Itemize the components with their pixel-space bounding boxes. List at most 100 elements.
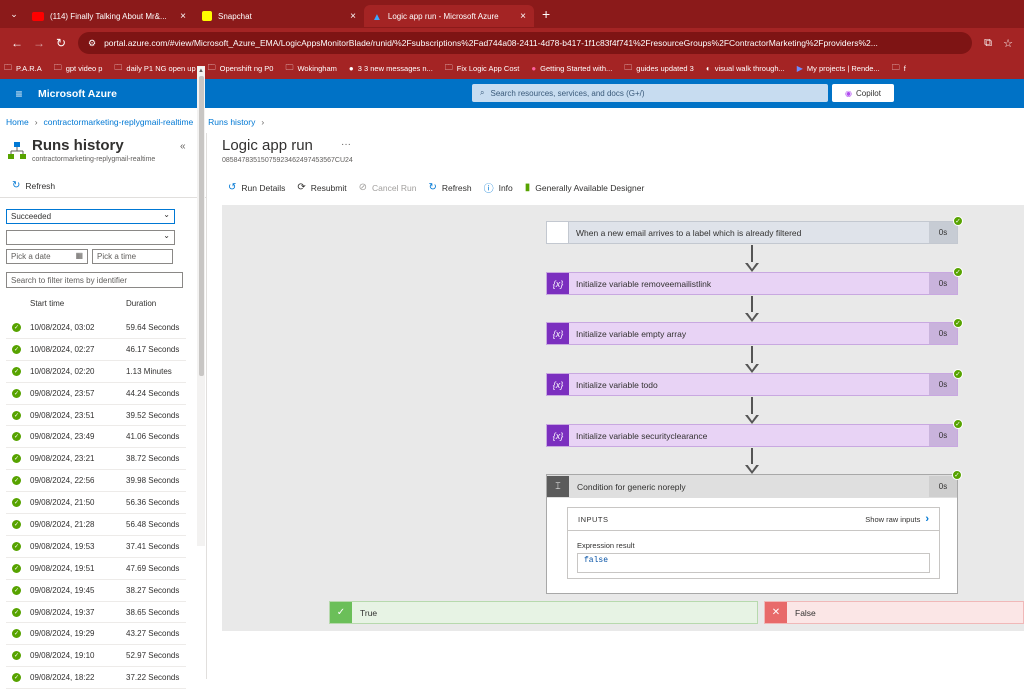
run-details-button[interactable]: ↺ Run Details — [228, 182, 285, 193]
scroll-up-icon[interactable]: ▲ — [198, 68, 204, 74]
designer-button[interactable]: ▮ Generally Available Designer — [525, 182, 645, 193]
bookmark-item[interactable]: 🗀 Openshift ng P0 — [208, 62, 274, 76]
breadcrumb-home[interactable]: Home — [6, 117, 29, 127]
table-row[interactable]: ✓ 09/08/2024, 22:56 39.98 Seconds — [6, 470, 186, 493]
browser-tab-azure[interactable]: ▲ Logic app run - Microsoft Azure × — [364, 5, 534, 27]
bookmark-item[interactable]: 🗀 P.A.R.A — [4, 62, 42, 76]
success-check-icon: ✓ — [12, 322, 21, 332]
bookmark-item[interactable]: 🗀 Wokingham — [285, 62, 336, 76]
bookmark-star-icon[interactable]: ☆ — [998, 37, 1018, 50]
table-row[interactable]: ✓ 09/08/2024, 23:51 39.52 Seconds — [6, 405, 186, 427]
bookmark-item[interactable]: 🗀 f — [892, 62, 906, 76]
url-field[interactable]: ⚙ portal.azure.com/#view/Microsoft_Azure… — [78, 32, 972, 54]
table-row[interactable]: ✓ 09/08/2024, 19:29 43.27 Seconds — [6, 623, 186, 646]
column-header-start-time[interactable]: Start time — [30, 299, 64, 308]
bookmark-item[interactable]: ◐ visual walk through... — [706, 64, 785, 73]
action-step[interactable]: {x} Initialize variable todo 0s — [546, 373, 958, 396]
table-row[interactable]: ✓ 09/08/2024, 18:22 37.22 Seconds — [6, 667, 186, 689]
table-row[interactable]: ✓ 09/08/2024, 23:21 38.72 Seconds — [6, 448, 186, 471]
true-branch[interactable]: ✓ True — [329, 601, 758, 624]
info-icon: ⓘ — [483, 184, 494, 195]
info-button[interactable]: ⓘ Info — [483, 180, 513, 196]
tab-search-icon[interactable]: ⌄ — [4, 4, 24, 24]
tab-close-icon[interactable]: × — [180, 11, 186, 22]
table-row[interactable]: ✓ 10/08/2024, 02:27 46.17 Seconds — [6, 339, 186, 361]
false-branch[interactable]: ✕ False — [764, 601, 1024, 624]
table-row[interactable]: ✓ 09/08/2024, 23:57 44.24 Seconds — [6, 383, 186, 405]
table-row[interactable]: ✓ 09/08/2024, 21:50 56.36 Seconds — [6, 492, 186, 515]
table-row[interactable]: ✓ 10/08/2024, 02:20 1.13 Minutes — [6, 361, 186, 383]
breadcrumb-runs-history[interactable]: Runs history — [208, 117, 255, 127]
condition-header[interactable]: ⌶ Condition for generic noreply 0s — [547, 475, 957, 498]
forward-icon[interactable]: → — [28, 36, 50, 50]
run-start-time: 09/08/2024, 21:50 — [30, 498, 95, 508]
back-icon[interactable]: ← — [6, 36, 28, 50]
copilot-button[interactable]: ◉ Copilot — [832, 84, 894, 102]
bookmark-item[interactable]: 🗀 Fix Logic App Cost — [445, 62, 520, 76]
time-picker[interactable]: Pick a time — [92, 249, 173, 264]
variable-icon: {x} — [547, 273, 569, 294]
bookmark-item[interactable]: 🗀 gpt video p — [54, 62, 103, 76]
open-in-app-icon[interactable]: ⧉ — [978, 37, 998, 50]
history-icon: ↺ — [228, 182, 237, 193]
run-duration: 1.13 Minutes — [126, 366, 172, 376]
status-filter-dropdown[interactable]: Succeeded ⌄ — [6, 209, 175, 224]
show-raw-inputs-link[interactable]: Show raw inputs › — [865, 513, 929, 525]
table-row[interactable]: ✓ 09/08/2024, 19:51 47.69 Seconds — [6, 558, 186, 580]
browser-tab-youtube[interactable]: (114) Finally Talking About Mr&... × — [24, 5, 194, 27]
action-step[interactable]: {x} Initialize variable securityclearanc… — [546, 424, 958, 447]
reload-icon[interactable]: ↻ — [50, 36, 72, 50]
breadcrumb-logic-app[interactable]: contractormarketing-replygmail-realtime — [44, 117, 194, 127]
gmail-icon: M — [547, 222, 569, 243]
more-options-icon[interactable]: ··· — [341, 139, 351, 150]
tab-close-icon[interactable]: × — [520, 11, 526, 22]
scrollbar-thumb[interactable] — [199, 76, 204, 376]
trigger-step[interactable]: M When a new email arrives to a label wh… — [546, 221, 958, 244]
secondary-filter-dropdown[interactable]: ⌄ — [6, 230, 175, 245]
bookmark-item[interactable]: ▶ My projects | Rende... — [797, 64, 880, 73]
cancel-run-button[interactable]: ⊘ Cancel Run — [359, 182, 417, 193]
connector-line — [751, 397, 753, 415]
condition-step[interactable]: ⌶ Condition for generic noreply 0s INPUT… — [546, 474, 958, 594]
table-row[interactable]: ✓ 09/08/2024, 19:10 52.97 Seconds — [6, 645, 186, 668]
run-duration: 56.48 Seconds — [126, 519, 180, 529]
success-check-icon: ✓ — [953, 267, 963, 277]
refresh-run-button[interactable]: ↻ Refresh — [428, 182, 471, 193]
portal-menu-icon[interactable]: ≡ — [0, 87, 38, 101]
table-row[interactable]: ✓ 10/08/2024, 03:02 59.64 Seconds — [6, 317, 186, 339]
condition-duration: 0s — [929, 476, 957, 497]
run-start-time: 10/08/2024, 02:20 — [30, 366, 95, 376]
youtube-icon — [32, 11, 44, 21]
collapse-icon[interactable]: « — [180, 141, 186, 152]
identifier-filter-input[interactable]: Search to filter items by identifier — [6, 272, 183, 288]
action-step[interactable]: {x} Initialize variable empty array 0s — [546, 322, 958, 345]
tab-close-icon[interactable]: × — [350, 11, 356, 22]
resubmit-button[interactable]: ⟳ Resubmit — [297, 182, 346, 193]
success-check-icon: ✓ — [12, 519, 21, 529]
column-header-duration[interactable]: Duration — [126, 299, 156, 308]
azure-brand[interactable]: Microsoft Azure — [38, 88, 117, 100]
refresh-button[interactable]: ↻ Refresh — [12, 180, 55, 191]
global-search-input[interactable]: ⌕ Search resources, services, and docs (… — [472, 84, 828, 102]
table-row[interactable]: ✓ 09/08/2024, 23:49 41.06 Seconds — [6, 426, 186, 449]
run-duration: 43.27 Seconds — [126, 629, 180, 639]
bookmark-item[interactable]: 🗀 daily P1 NG open up — [114, 62, 195, 76]
new-tab-button[interactable]: + — [542, 6, 550, 22]
table-row[interactable]: ✓ 09/08/2024, 21:28 56.48 Seconds — [6, 514, 186, 536]
browser-tab-snapchat[interactable]: Snapchat × — [194, 5, 364, 27]
action-step[interactable]: {x} Initialize variable removeemailistli… — [546, 272, 958, 295]
table-row[interactable]: ✓ 09/08/2024, 19:53 37.41 Seconds — [6, 536, 186, 558]
run-duration: 39.98 Seconds — [126, 476, 180, 486]
table-row[interactable]: ✓ 09/08/2024, 19:37 38.65 Seconds — [6, 602, 186, 624]
bookmark-item[interactable]: 🗀 guides updated 3 — [624, 62, 694, 76]
success-check-icon: ✓ — [12, 651, 21, 661]
run-start-time: 09/08/2024, 19:53 — [30, 541, 95, 551]
bookmark-item[interactable]: ● 3 3 new messages n... — [349, 64, 433, 73]
site-info-icon[interactable]: ⚙ — [88, 38, 96, 49]
designer-label: Generally Available Designer — [535, 182, 645, 193]
breadcrumb-separator: › — [34, 117, 38, 127]
table-row[interactable]: ✓ 09/08/2024, 19:45 38.27 Seconds — [6, 580, 186, 602]
date-picker[interactable]: Pick a date ▦ — [6, 249, 88, 264]
cancel-run-label: Cancel Run — [372, 182, 417, 193]
bookmark-item[interactable]: ● Getting Started with... — [531, 64, 612, 73]
